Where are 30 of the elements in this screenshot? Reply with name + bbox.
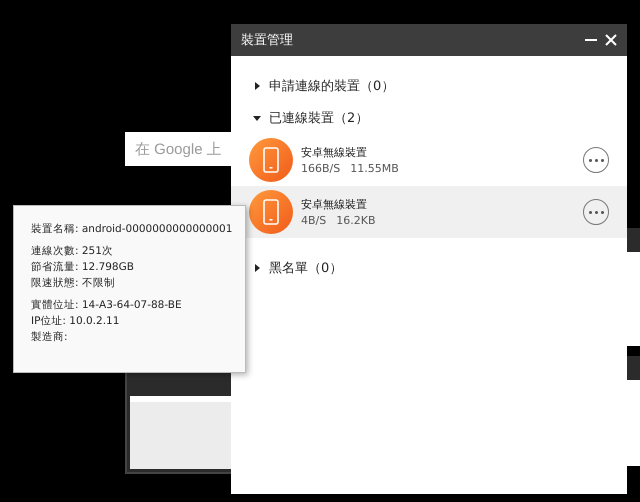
phone-icon — [249, 138, 293, 182]
window-thumbnail[interactable] — [627, 228, 640, 346]
device-row[interactable]: 安卓無線裝置 4B/S 16.2KB — [231, 186, 627, 238]
group-header[interactable]: 已連線裝置（2） — [231, 102, 368, 134]
device-name: 安卓無線裝置 — [301, 197, 367, 212]
info-line: 裝置名稱: android-0000000000000001 — [31, 222, 232, 236]
more-button[interactable] — [583, 199, 609, 225]
info-line: 節省流量: 12.798GB — [31, 260, 134, 274]
group-header[interactable]: 申請連線的裝置（0） — [231, 70, 394, 102]
group-header[interactable]: 黑名單（0） — [231, 252, 342, 284]
more-button[interactable] — [583, 147, 609, 173]
info-line: 連線次數: 251次 — [31, 244, 113, 258]
device-name: 安卓無線裝置 — [301, 145, 367, 160]
info-line: 實體位址: 14-A3-64-07-88-BE — [31, 298, 182, 312]
window-thumbnail[interactable] — [627, 356, 640, 466]
device-row[interactable]: 安卓無線裝置 166B/S 11.55MB — [231, 134, 627, 186]
close-icon[interactable] — [605, 34, 617, 46]
search-field[interactable]: 在 Google 上 — [125, 132, 231, 166]
info-line: 製造商: — [31, 330, 68, 344]
device-traffic: 16.2KB — [336, 214, 376, 227]
device-speed: 4B/S — [301, 214, 326, 227]
window-title: 裝置管理 — [241, 32, 294, 49]
device-traffic: 11.55MB — [350, 162, 399, 175]
caret-down-icon — [253, 114, 261, 122]
caret-right-icon — [253, 264, 261, 272]
info-line: 限速狀態: 不限制 — [31, 276, 115, 290]
info-line: IP位址: 10.0.2.11 — [31, 314, 120, 328]
phone-icon — [249, 190, 293, 234]
device-speed: 166B/S — [301, 162, 340, 175]
caret-right-icon — [253, 82, 261, 90]
